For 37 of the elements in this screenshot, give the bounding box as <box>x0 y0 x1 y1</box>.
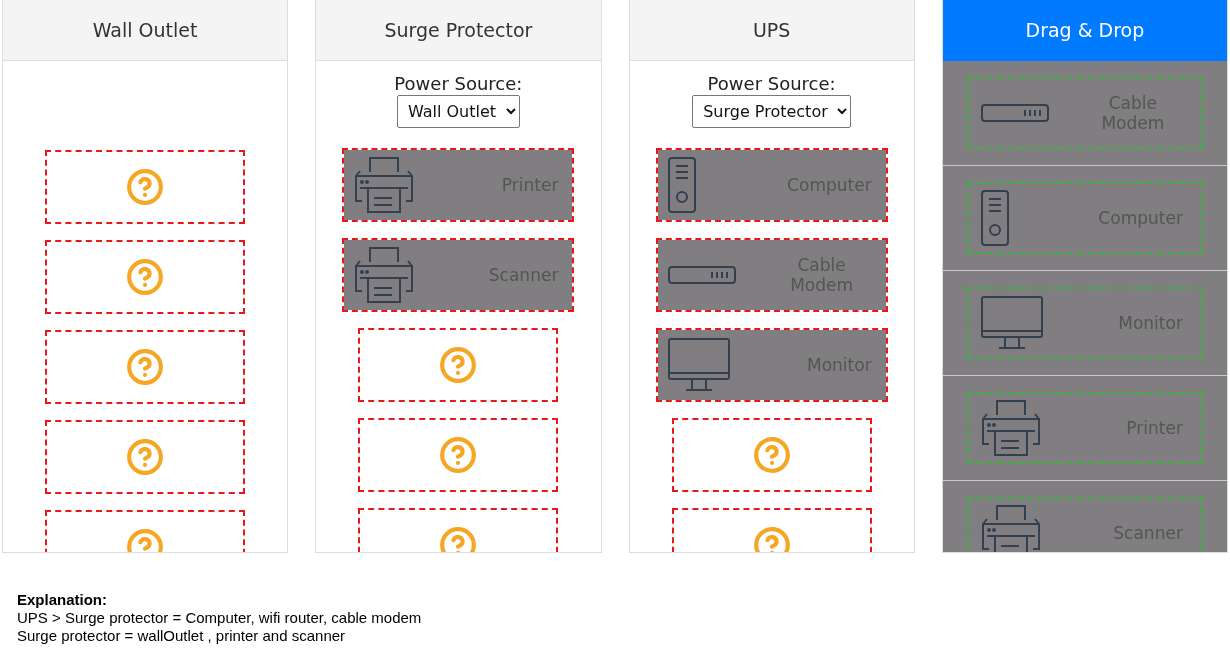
monitor-icon <box>980 296 1043 350</box>
printer-icon <box>354 246 415 304</box>
monitor-icon <box>667 338 730 392</box>
column-header: Drag & Drop <box>942 0 1227 61</box>
drop-slot[interactable] <box>45 240 246 314</box>
modem-icon <box>980 104 1049 122</box>
modem-icon <box>667 266 736 284</box>
explanation-text: Surge protector = wallOutlet , printer and scanner <box>17 627 347 645</box>
question-icon <box>752 436 791 474</box>
question-icon <box>439 526 478 552</box>
question-icon <box>126 168 165 206</box>
printer-icon <box>980 399 1041 457</box>
power-source-select[interactable]: Surge Protector <box>692 95 852 128</box>
power-source-label: Power Source: <box>394 73 523 95</box>
printer-icon <box>980 504 1041 552</box>
drop-slot[interactable] <box>358 328 559 402</box>
question-icon <box>126 438 165 476</box>
question-icon <box>439 346 478 384</box>
drop-slot[interactable] <box>45 330 246 404</box>
column-header: UPS <box>629 0 914 61</box>
power-source-label: Power Source: <box>707 73 836 95</box>
drop-slot[interactable] <box>358 418 559 492</box>
column-header: Wall Outlet <box>3 0 288 61</box>
explanation-heading: Explanation: <box>17 591 108 609</box>
power-source-select[interactable]: Wall Outlet <box>396 95 520 128</box>
column-header: Surge Protector <box>316 0 601 61</box>
question-icon <box>126 258 165 296</box>
explanation-text: UPS > Surge protector = Computer, wifi router, cable modem <box>17 609 423 627</box>
computer-tower-icon <box>667 157 696 213</box>
question-icon <box>752 526 791 552</box>
drop-slot[interactable] <box>671 418 872 492</box>
printer-icon <box>354 156 415 214</box>
drop-slot[interactable] <box>45 150 246 224</box>
question-icon <box>439 436 478 474</box>
computer-tower-icon <box>980 190 1009 246</box>
question-icon <box>126 348 165 386</box>
drop-slot[interactable] <box>45 420 246 494</box>
